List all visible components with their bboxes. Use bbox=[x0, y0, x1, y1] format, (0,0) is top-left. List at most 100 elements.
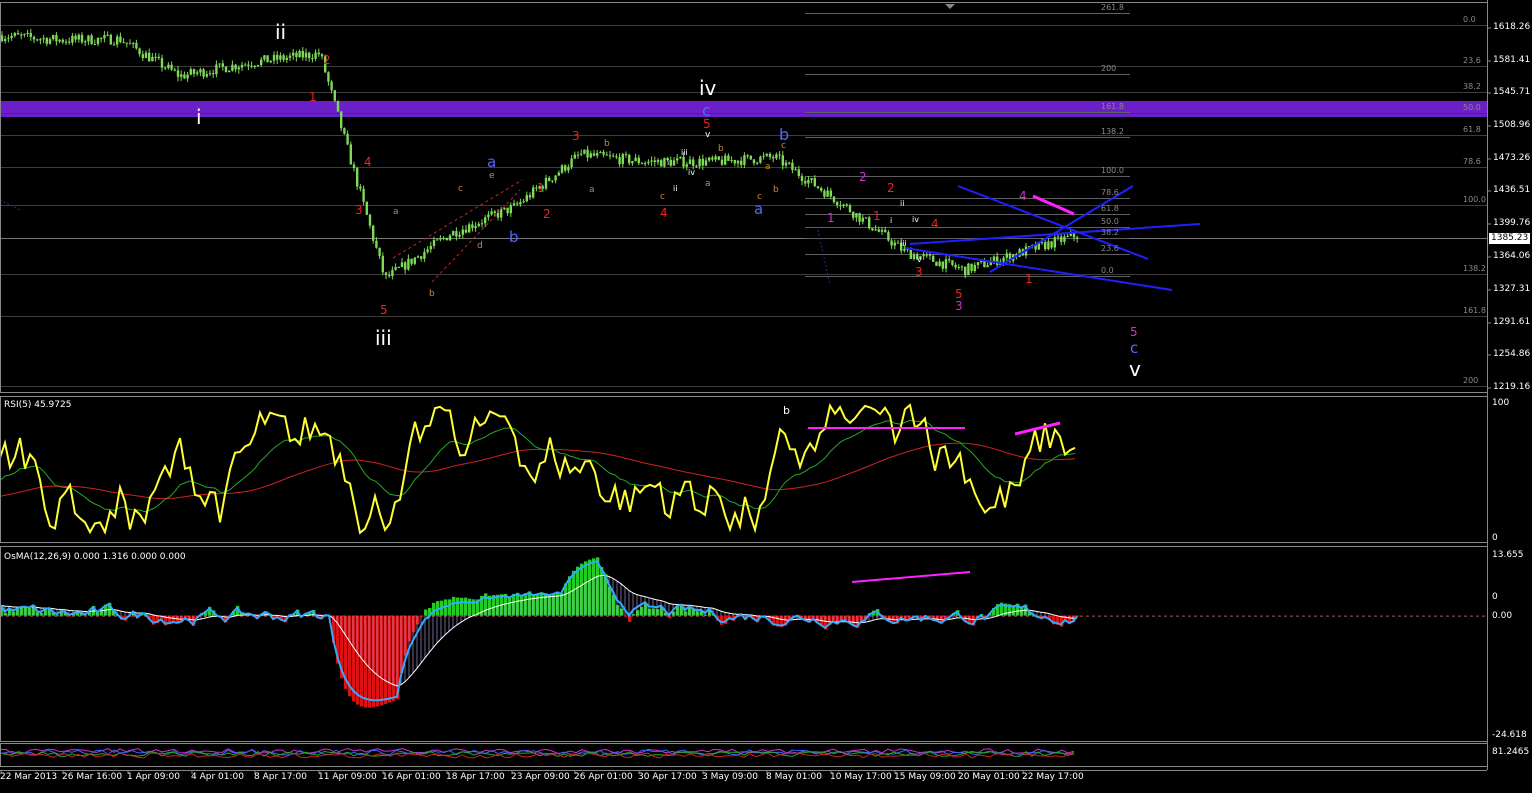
candle-body bbox=[855, 213, 858, 218]
wave-label: a bbox=[705, 179, 711, 189]
candle-body bbox=[599, 151, 602, 154]
candle-body bbox=[800, 175, 804, 182]
time-label: 4 Apr 01:00 bbox=[191, 772, 244, 782]
candle-body bbox=[618, 157, 621, 165]
candle-body bbox=[10, 35, 13, 38]
candle-body bbox=[621, 154, 624, 165]
time-label: 8 Apr 17:00 bbox=[254, 772, 307, 782]
osma-tick-zero2: 0.00 bbox=[1492, 611, 1513, 621]
price-tick: 1436.51 bbox=[1493, 185, 1531, 195]
candle-body bbox=[669, 159, 672, 166]
candle-body bbox=[349, 144, 352, 165]
fib-label-inner: 200 bbox=[1101, 64, 1117, 73]
wave-label: a bbox=[589, 185, 595, 195]
candle-body bbox=[848, 205, 852, 213]
candle-body bbox=[784, 162, 788, 166]
wave-label: a bbox=[765, 162, 771, 172]
time-label: 11 Apr 09:00 bbox=[318, 772, 377, 782]
osma-bar bbox=[4, 613, 8, 616]
candle-body bbox=[80, 34, 84, 43]
osma-bar bbox=[624, 615, 628, 617]
candle-body bbox=[964, 266, 967, 276]
candle-body bbox=[567, 167, 570, 171]
wave-label: 2 bbox=[859, 170, 867, 184]
wave-label: v bbox=[705, 130, 711, 140]
channel-line-1 bbox=[957, 185, 1149, 260]
osma-bar bbox=[464, 597, 468, 616]
candle-body bbox=[228, 70, 231, 73]
candle-body bbox=[858, 213, 861, 222]
candle-body bbox=[925, 254, 928, 256]
candle-body bbox=[103, 35, 106, 39]
candle-body bbox=[1060, 236, 1063, 242]
candle-body bbox=[4, 38, 7, 42]
candle-body bbox=[173, 69, 176, 71]
candle-body bbox=[976, 262, 980, 266]
candle-body bbox=[631, 161, 634, 164]
candle-body bbox=[250, 65, 253, 67]
fib-label-inner: 161.8 bbox=[1101, 102, 1124, 111]
candle-body bbox=[429, 245, 432, 250]
candle-body bbox=[410, 258, 413, 264]
wave-label: 3 bbox=[915, 265, 923, 279]
candle-body bbox=[1076, 237, 1079, 239]
wave-label: 3 bbox=[355, 203, 363, 217]
candle-body bbox=[676, 158, 679, 161]
candle-body bbox=[573, 154, 576, 159]
candle-body bbox=[861, 217, 864, 222]
candle-body bbox=[423, 252, 426, 259]
candle-body bbox=[493, 211, 496, 213]
candle-body bbox=[804, 181, 807, 184]
price-tick: 1364.06 bbox=[1493, 251, 1531, 261]
candle-body bbox=[112, 44, 116, 46]
candle-body bbox=[416, 256, 420, 258]
candle-body bbox=[384, 272, 388, 276]
candle-body bbox=[253, 65, 256, 67]
candle-body bbox=[644, 163, 647, 165]
candle-body bbox=[314, 52, 317, 59]
candle-body bbox=[199, 69, 202, 73]
candle-body bbox=[992, 256, 996, 262]
wave-label: 4 bbox=[660, 206, 668, 220]
candle-body bbox=[756, 162, 759, 164]
candle-body bbox=[797, 169, 800, 176]
candle-body bbox=[144, 52, 148, 58]
candle-body bbox=[922, 254, 925, 257]
wave-label: 4 bbox=[1019, 189, 1027, 203]
chart-canvas[interactable] bbox=[0, 0, 1532, 793]
candle-body bbox=[704, 160, 708, 166]
candle-body bbox=[823, 190, 826, 197]
candle-body bbox=[628, 154, 631, 164]
candle-body bbox=[1056, 236, 1060, 238]
time-label: 15 May 09:00 bbox=[894, 772, 956, 782]
candle-body bbox=[557, 172, 560, 176]
candle-body bbox=[471, 224, 474, 229]
wave-label: e bbox=[489, 171, 495, 181]
candle-body bbox=[746, 155, 749, 157]
candle-body bbox=[0, 35, 4, 42]
osma-bar bbox=[452, 596, 456, 616]
fib-label-right: 161.8 bbox=[1463, 306, 1486, 315]
candle-body bbox=[87, 35, 90, 42]
candle-body bbox=[404, 262, 407, 270]
shift-marker bbox=[945, 4, 955, 9]
wave-label: 1 bbox=[309, 90, 317, 104]
wave-label: ii bbox=[673, 184, 678, 193]
candle-body bbox=[13, 33, 16, 36]
osma-bar bbox=[612, 594, 616, 616]
candle-body bbox=[1066, 235, 1069, 237]
osma-signal-line bbox=[0, 574, 1078, 687]
candle-body bbox=[58, 39, 61, 42]
wave-label: i bbox=[196, 105, 202, 129]
candle-body bbox=[647, 161, 650, 164]
rsi-line bbox=[0, 402, 1076, 535]
candle-body bbox=[157, 56, 160, 59]
rsi-annotation: b bbox=[783, 404, 790, 417]
candle-body bbox=[733, 160, 736, 164]
osma-bar bbox=[400, 615, 404, 674]
candle-body bbox=[311, 58, 314, 60]
candle-body bbox=[256, 65, 260, 67]
candle-body bbox=[343, 128, 346, 134]
time-label: 20 May 01:00 bbox=[958, 772, 1020, 782]
fib-label-inner: 50.0 bbox=[1101, 217, 1119, 226]
